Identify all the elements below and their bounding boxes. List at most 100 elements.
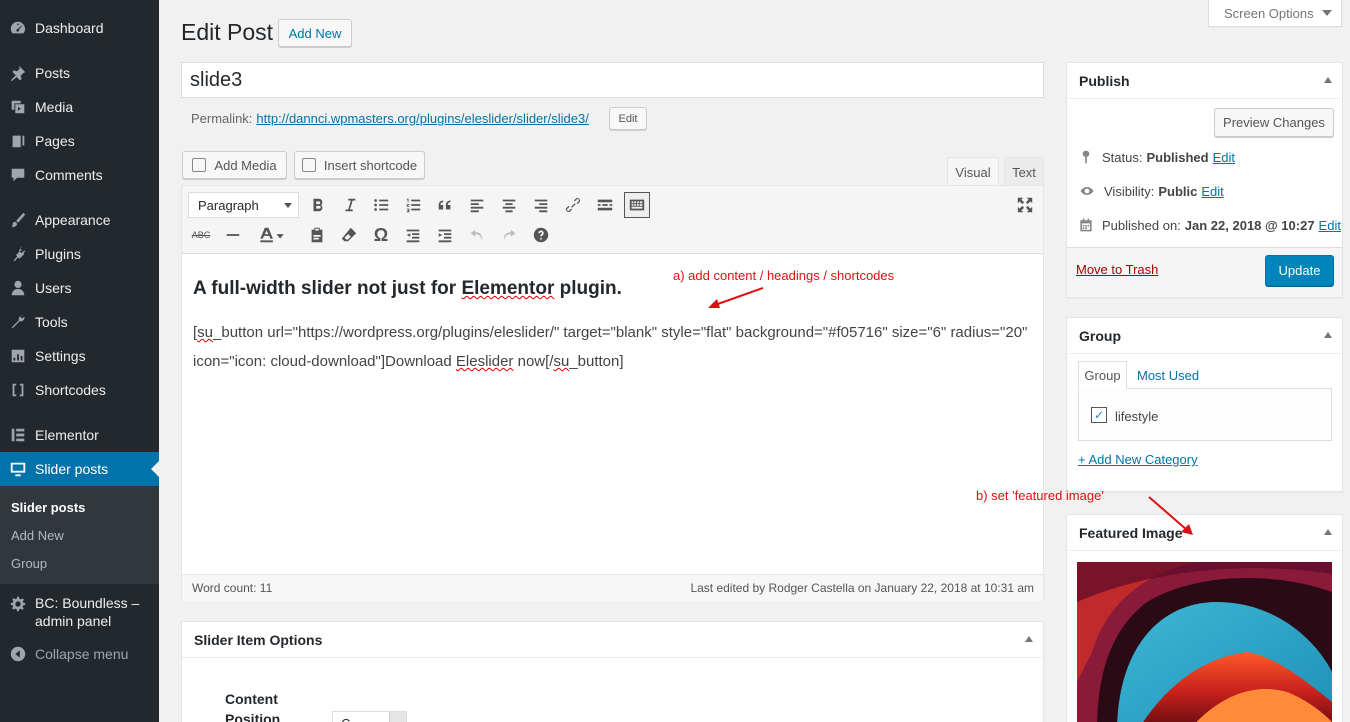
sidebar-item-pages[interactable]: Pages [0, 124, 159, 158]
special-character-button[interactable]: Ω [368, 222, 394, 248]
para-misspelled-1: su [197, 324, 214, 341]
collapse-toggle-icon[interactable] [1025, 636, 1033, 642]
page-icon [8, 131, 28, 151]
submenu-item-group[interactable]: Group [11, 556, 47, 571]
bc-line-1: BC: Boundless – [35, 595, 140, 611]
clear-formatting-button[interactable] [336, 222, 362, 248]
help-button[interactable] [528, 222, 554, 248]
sidebar-item-label: Dashboard [35, 20, 104, 36]
sidebar-item-dashboard[interactable]: Dashboard [0, 11, 159, 45]
move-to-trash-link[interactable]: Move to Trash [1076, 262, 1158, 277]
submenu-item-slider-posts[interactable]: Slider posts [11, 500, 85, 515]
sidebar-item-slider-posts[interactable]: Slider posts [0, 452, 159, 486]
bullet-list-button[interactable] [368, 192, 394, 218]
permalink-edit-button[interactable]: Edit [609, 107, 647, 130]
last-edited: Last edited by Rodger Castella on Januar… [690, 581, 1034, 595]
align-right-button[interactable] [528, 192, 554, 218]
published-edit-link[interactable]: Edit [1319, 218, 1341, 233]
heading-misspelled: Elementor [461, 278, 555, 299]
visibility-edit-link[interactable]: Edit [1201, 184, 1223, 199]
paste-text-button[interactable] [304, 222, 330, 248]
horizontal-line-button[interactable] [220, 222, 246, 248]
tab-visual[interactable]: Visual [947, 157, 999, 186]
collapse-toggle-icon[interactable] [1324, 529, 1332, 535]
collapse-icon [8, 644, 28, 664]
tab-most-used[interactable]: Most Used [1137, 368, 1199, 383]
update-button[interactable]: Update [1265, 255, 1334, 286]
page-title: Edit Post [181, 19, 274, 45]
featured-image-header[interactable]: Featured Image [1067, 515, 1342, 551]
redo-button[interactable] [496, 222, 522, 248]
slider-options-header[interactable]: Slider Item Options [182, 622, 1043, 658]
category-checkbox[interactable]: ✓ [1091, 407, 1107, 423]
pin-icon [1082, 150, 1090, 164]
text-color-button[interactable] [252, 222, 292, 248]
add-new-category-link[interactable]: + Add New Category [1078, 452, 1198, 467]
undo-button[interactable] [464, 222, 490, 248]
published-label: Published on: [1102, 217, 1181, 233]
preview-changes-button[interactable]: Preview Changes [1214, 108, 1334, 137]
outdent-button[interactable] [400, 222, 426, 248]
publish-title: Publish [1079, 72, 1130, 89]
align-center-button[interactable] [496, 192, 522, 218]
collapse-toggle-icon[interactable] [1324, 77, 1332, 83]
tab-text[interactable]: Text [1004, 157, 1044, 186]
post-title-input[interactable]: slide3 [181, 62, 1044, 98]
screen-options-toggle[interactable]: Screen Options [1208, 0, 1342, 27]
heading-text-1: A full-width slider not just for [193, 278, 462, 299]
wrench-icon [8, 312, 28, 332]
italic-button[interactable] [337, 192, 363, 218]
sidebar-item-plugins[interactable]: Plugins [0, 237, 159, 271]
toolbar-toggle-button[interactable] [624, 192, 650, 218]
sidebar-item-media[interactable]: Media [0, 90, 159, 124]
collapse-toggle-icon[interactable] [1324, 332, 1332, 338]
sidebar-item-tools[interactable]: Tools [0, 305, 159, 339]
insert-shortcode-button[interactable]: Insert shortcode [294, 151, 425, 179]
para-text-3: now[/ [513, 353, 554, 370]
link-button[interactable] [560, 192, 586, 218]
media-icon [8, 97, 28, 117]
permalink: Permalink: http://dannci.wpmasters.org/p… [191, 111, 589, 126]
read-more-button[interactable] [592, 192, 618, 218]
indent-button[interactable] [432, 222, 458, 248]
sidebar-item-bc-boundless[interactable]: BC: Boundless – admin panel [0, 590, 159, 634]
status-edit-link[interactable]: Edit [1213, 150, 1235, 165]
sidebar-item-settings[interactable]: Settings [0, 339, 159, 373]
fullscreen-button[interactable] [1012, 192, 1038, 218]
permalink-link[interactable]: http://dannci.wpmasters.org/plugins/eles… [256, 111, 588, 126]
sidebar-item-posts[interactable]: Posts [0, 56, 159, 90]
sidebar-item-label: Elementor [35, 427, 99, 443]
format-select[interactable]: Paragraph [188, 192, 299, 218]
blockquote-button[interactable] [432, 192, 458, 218]
content-position-select-value: C [341, 716, 350, 722]
strikethrough-button[interactable]: ABC [188, 222, 214, 248]
blockquote-icon [438, 200, 451, 210]
monitor-icon [8, 459, 28, 479]
sidebar-item-label: Settings [35, 348, 86, 364]
submenu-item-add-new[interactable]: Add New [11, 528, 64, 543]
tab-group[interactable]: Group [1078, 361, 1127, 389]
indent-icon [438, 229, 452, 243]
align-left-button[interactable] [464, 192, 490, 218]
sidebar-item-elementor[interactable]: Elementor [0, 418, 159, 452]
featured-image-thumbnail[interactable] [1077, 562, 1332, 722]
numbered-list-button[interactable] [400, 192, 426, 218]
sidebar-item-appearance[interactable]: Appearance [0, 203, 159, 237]
add-media-button[interactable]: Add Media [182, 151, 287, 179]
sidebar-item-comments[interactable]: Comments [0, 158, 159, 192]
sidebar-item-label: BC: Boundless – admin panel [35, 594, 139, 630]
collapse-menu[interactable]: Collapse menu [0, 637, 159, 671]
content-position-select[interactable]: C [332, 711, 407, 722]
select-arrow [389, 712, 406, 722]
sidebar-item-shortcodes[interactable]: Shortcodes [0, 373, 159, 407]
sidebar-item-users[interactable]: Users [0, 271, 159, 305]
bold-button[interactable] [305, 192, 331, 218]
publish-header[interactable]: Publish [1067, 63, 1342, 99]
sidebar-item-label: Users [35, 280, 72, 296]
content-position-label-1: Content [225, 691, 278, 707]
horizontal-line-icon [226, 234, 240, 236]
para-text-4: _button] [569, 353, 624, 370]
group-header[interactable]: Group [1067, 318, 1342, 354]
editor-content[interactable]: A full-width slider not just for Element… [193, 278, 1033, 376]
add-new-button[interactable]: Add New [278, 19, 352, 47]
